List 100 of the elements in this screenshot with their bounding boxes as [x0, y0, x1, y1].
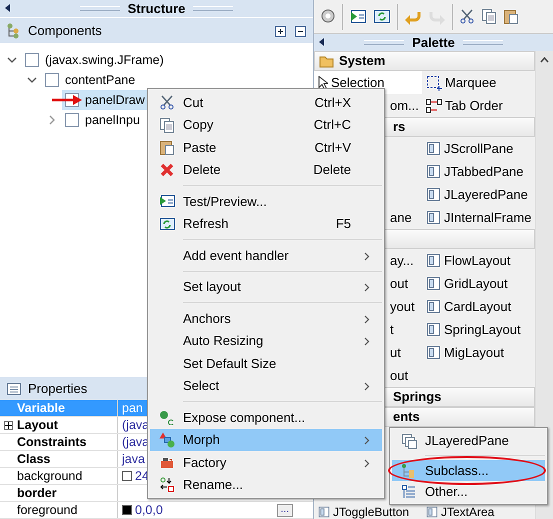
rename-icon — [158, 476, 174, 493]
collapse-icon[interactable] — [5, 4, 10, 12]
shortcut-label: Ctrl+X — [314, 94, 352, 112]
property-name[interactable]: Layout — [0, 417, 118, 433]
pointer-icon — [318, 76, 328, 90]
component-icon — [426, 187, 441, 202]
palette-item[interactable]: JScrollPane — [422, 137, 535, 160]
palette-category[interactable]: System — [314, 51, 535, 71]
properties-icon — [6, 382, 22, 396]
component-icon — [426, 141, 441, 156]
refresh-icon[interactable] — [373, 8, 391, 26]
palette-item[interactable]: JTextArea — [422, 505, 535, 519]
palette-item[interactable]: FlowLayout — [422, 249, 535, 272]
component-icon — [426, 210, 441, 225]
panel-title: Properties — [28, 380, 88, 398]
folder-icon — [319, 54, 335, 68]
component-icon — [45, 73, 59, 87]
ellipsis-button[interactable]: ... — [276, 504, 293, 516]
help-icon[interactable] — [320, 8, 336, 26]
menu-item[interactable]: Delete Delete — [150, 158, 382, 181]
collapsed-caret-icon[interactable] — [47, 115, 57, 125]
collapse-icon[interactable] — [319, 38, 324, 46]
menu-item[interactable]: Other... — [392, 481, 545, 502]
property-value: 0,0,0 — [135, 502, 163, 519]
property-name[interactable]: Constraints — [0, 434, 118, 450]
collapse-all-icon[interactable] — [293, 24, 307, 38]
expanded-caret-icon[interactable] — [7, 55, 17, 65]
preview-icon[interactable] — [349, 8, 367, 26]
menu-item[interactable]: Subclass... — [392, 460, 545, 481]
tree-item[interactable]: (javax.swing.JFrame) — [22, 50, 167, 70]
category-title: rs — [393, 118, 406, 136]
shortcut-label: F5 — [336, 215, 352, 233]
shortcut-label: Ctrl+V — [314, 138, 352, 156]
expanded-caret-icon[interactable] — [27, 75, 37, 85]
component-icon — [426, 253, 441, 268]
panel-title: Components — [28, 22, 102, 40]
property-name[interactable]: Class — [0, 451, 118, 467]
property-value: pan — [122, 400, 143, 417]
palette-item[interactable]: MigLayout — [422, 341, 535, 364]
menu-item[interactable]: Set Default Size — [150, 352, 382, 374]
palette-item[interactable]: JTabbedPane — [422, 160, 535, 183]
tree-item[interactable]: panelDraw — [62, 90, 148, 110]
component-icon — [318, 506, 330, 518]
menu-item[interactable]: Rename... — [150, 474, 382, 496]
category-title: System — [339, 52, 386, 70]
dashed-rectangle-icon — [426, 74, 442, 90]
paste-icon[interactable] — [503, 8, 519, 26]
shortcut-label: Delete — [313, 161, 352, 179]
menu-item[interactable]: JLayeredPane — [392, 430, 545, 451]
palette-item[interactable]: SpringLayout — [422, 318, 535, 341]
property-name[interactable]: background — [0, 468, 118, 484]
tab-order-icon — [426, 98, 442, 114]
paste-icon — [158, 139, 174, 156]
menu-item[interactable]: Add event handler — [150, 244, 382, 266]
hierarchy-icon — [400, 462, 416, 478]
expose-icon — [158, 409, 174, 426]
tree-item[interactable]: panelInpu — [62, 110, 143, 130]
menu-item[interactable]: Anchors — [150, 307, 382, 330]
property-value: java — [122, 450, 145, 468]
property-name[interactable]: foreground — [0, 502, 118, 518]
menu-item[interactable]: Test/Preview... — [150, 190, 382, 212]
expand-icon[interactable] — [4, 421, 13, 430]
component-icon — [426, 322, 441, 337]
scroll-up-icon[interactable] — [540, 57, 549, 63]
view-title: Palette — [412, 34, 455, 52]
list-icon — [400, 484, 416, 500]
copy-icon — [158, 116, 174, 133]
palette-item[interactable]: Tab Order — [422, 94, 535, 117]
menu-item[interactable]: Set layout — [150, 276, 382, 298]
component-icon — [426, 506, 438, 518]
component-icon — [426, 164, 441, 179]
menu-item[interactable]: Paste Ctrl+V — [150, 136, 382, 158]
property-name[interactable]: border — [0, 485, 118, 501]
expand-all-icon[interactable] — [273, 24, 287, 38]
view-title: Structure — [128, 0, 186, 18]
menu-item[interactable]: Factory — [150, 451, 382, 474]
refresh-icon — [158, 216, 174, 232]
palette-item[interactable]: JToggleButton — [314, 505, 422, 519]
preview-icon — [158, 193, 174, 210]
component-icon — [426, 345, 441, 360]
category-title: ents — [393, 408, 420, 426]
copy-icon[interactable] — [481, 8, 497, 26]
palette-item[interactable]: GridLayout — [422, 272, 535, 295]
category-title: Springs — [393, 388, 442, 406]
menu-item[interactable]: Cut Ctrl+X — [150, 91, 382, 114]
menu-item[interactable]: Refresh F5 — [150, 212, 382, 235]
shortcut-label: Ctrl+C — [314, 116, 352, 134]
palette-item[interactable]: CardLayout — [422, 295, 535, 318]
component-icon — [426, 299, 441, 314]
layers-icon — [400, 432, 416, 448]
palette-item[interactable]: JInternalFrame — [422, 206, 535, 229]
menu-item[interactable]: Auto Resizing — [150, 330, 382, 352]
palette-item[interactable]: JLayeredPane — [422, 183, 535, 206]
component-icon — [426, 276, 441, 291]
palette-item[interactable]: Marquee — [422, 71, 535, 94]
morph-icon — [158, 432, 174, 448]
component-icon — [25, 53, 39, 67]
tree-item[interactable]: contentPane — [42, 70, 138, 90]
menu-item[interactable]: Morph — [150, 428, 382, 451]
cut-icon[interactable] — [459, 8, 475, 26]
